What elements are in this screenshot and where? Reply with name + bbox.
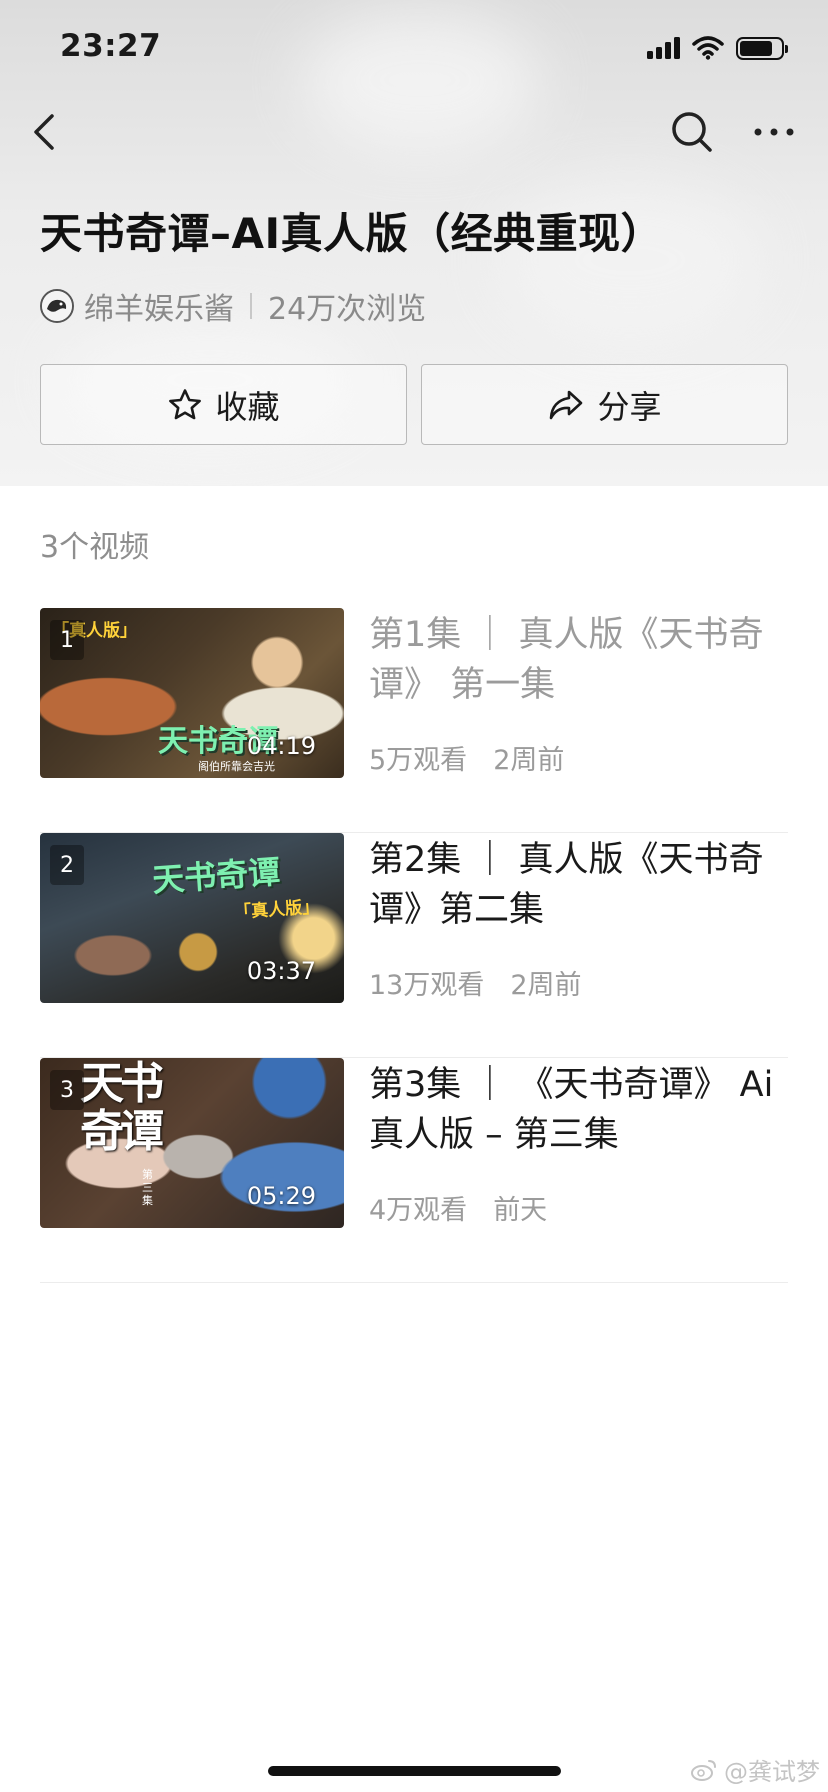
battery-icon bbox=[736, 36, 788, 60]
thumbnail-tag: 「真人版」 bbox=[233, 897, 320, 923]
status-icons bbox=[647, 36, 788, 60]
list-divider bbox=[40, 1282, 788, 1283]
video-stats: 5万观看 2周前 bbox=[369, 738, 564, 777]
more-button[interactable] bbox=[748, 108, 800, 156]
video-thumbnail[interactable]: 「真人版」 天书奇谭 阁伯所靠会吉光 1 04:19 bbox=[40, 608, 344, 778]
search-button[interactable] bbox=[668, 108, 716, 156]
share-button[interactable]: 分享 bbox=[421, 364, 788, 445]
thumbnail-caption: 天书奇谭 bbox=[80, 1058, 164, 1157]
video-title[interactable]: 第2集 ｜ 真人版《天书奇谭》第二集 bbox=[369, 835, 788, 935]
thumbnail-subcaption: 阁伯所靠会吉光 bbox=[198, 760, 275, 773]
battery-fill bbox=[740, 40, 772, 56]
status-bar: 23:27 bbox=[0, 0, 828, 100]
cellular-signal-icon bbox=[647, 37, 680, 59]
sheep-avatar-icon bbox=[42, 291, 72, 321]
episode-index-badge: 1 bbox=[50, 620, 84, 660]
video-title[interactable]: 第3集 ｜ 《天书奇谭》 Ai真人版 – 第三集 bbox=[369, 1060, 788, 1160]
video-age: 2周前 bbox=[493, 745, 565, 776]
video-title[interactable]: 第1集 ｜ 真人版《天书奇谭》 第一集 bbox=[369, 610, 788, 710]
video-age: 2周前 bbox=[510, 970, 582, 1001]
favorite-label: 收藏 bbox=[215, 387, 280, 426]
nav-bar bbox=[0, 100, 828, 164]
video-duration: 04:19 bbox=[246, 732, 316, 760]
video-age: 前天 bbox=[493, 1195, 548, 1226]
thumbnail-caption: 天书奇谭 bbox=[150, 852, 282, 900]
video-view-count: 4万观看 bbox=[369, 1195, 468, 1226]
star-icon bbox=[169, 388, 202, 419]
favorite-button[interactable]: 收藏 bbox=[40, 364, 407, 445]
video-thumbnail[interactable]: 天书奇谭 第三集 3 05:29 bbox=[40, 1058, 344, 1228]
video-item-1[interactable]: 「真人版」 天书奇谭 阁伯所靠会吉光 1 04:19 第1集 ｜ 真人版《天书奇… bbox=[40, 608, 788, 833]
episode-index-badge: 2 bbox=[50, 845, 84, 885]
video-thumbnail[interactable]: 天书奇谭 「真人版」 2 03:37 bbox=[40, 833, 344, 1003]
status-time: 23:27 bbox=[60, 28, 162, 64]
share-icon bbox=[550, 390, 583, 419]
wifi-icon bbox=[692, 36, 724, 60]
thumbnail-side-caption: 第三集 bbox=[142, 1168, 153, 1207]
weibo-icon bbox=[691, 1759, 716, 1781]
meta-divider bbox=[250, 293, 252, 319]
watermark-text: @龚试梦 bbox=[724, 1758, 820, 1786]
search-icon bbox=[672, 112, 712, 152]
video-stats: 4万观看 前天 bbox=[369, 1188, 547, 1227]
watermark: @龚试梦 bbox=[690, 1752, 820, 1787]
video-duration: 03:37 bbox=[246, 957, 316, 985]
video-item-2[interactable]: 天书奇谭 「真人版」 2 03:37 第2集 ｜ 真人版《天书奇谭》第二集 13… bbox=[40, 833, 788, 1058]
author-name[interactable]: 绵羊娱乐酱 bbox=[84, 284, 234, 328]
video-count-label: 3个视频 bbox=[40, 530, 150, 565]
video-view-count: 13万观看 bbox=[369, 970, 485, 1001]
author-avatar[interactable] bbox=[40, 289, 74, 323]
video-item-3[interactable]: 天书奇谭 第三集 3 05:29 第3集 ｜ 《天书奇谭》 Ai真人版 – 第三… bbox=[40, 1058, 788, 1283]
home-indicator[interactable] bbox=[268, 1766, 561, 1776]
view-count: 24万次浏览 bbox=[268, 292, 427, 327]
back-button[interactable] bbox=[26, 108, 66, 156]
video-duration: 05:29 bbox=[246, 1182, 316, 1210]
share-label: 分享 bbox=[597, 387, 662, 426]
more-icon bbox=[754, 128, 794, 136]
video-stats: 13万观看 2周前 bbox=[369, 963, 582, 1002]
chevron-left-icon bbox=[34, 114, 54, 150]
video-view-count: 5万观看 bbox=[369, 745, 468, 776]
page-title: 天书奇谭–AI真人版（经典重现） bbox=[40, 209, 664, 258]
author-meta-row: 绵羊娱乐酱 24万次浏览 bbox=[40, 284, 427, 328]
episode-index-badge: 3 bbox=[50, 1070, 84, 1110]
